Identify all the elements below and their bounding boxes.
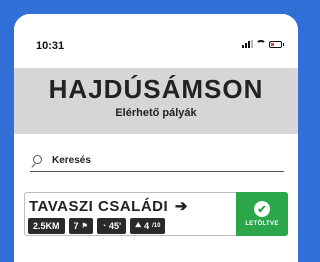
arrow-right-icon: ➔ xyxy=(174,198,188,215)
phone-screen: 10:31 HAJDÚSÁMSON Elérhető pályák TAVASZ… xyxy=(14,14,298,262)
header: HAJDÚSÁMSON Elérhető pályák xyxy=(14,68,298,134)
checkpoints-value: 7 xyxy=(73,221,79,231)
downloaded-label: LETÖLTVE xyxy=(245,221,279,227)
route-tags: 2.5KM 7 ⚑ ◔ 45' ⛰ 4/10 xyxy=(28,218,166,234)
status-time: 10:31 xyxy=(36,40,65,52)
difficulty-max: /10 xyxy=(152,223,161,229)
duration-tag: ◔ 45' xyxy=(96,218,127,234)
difficulty-value: 4 xyxy=(144,221,150,231)
distance-value: 2.5KM xyxy=(33,221,60,231)
downloaded-status[interactable]: ✔ LETÖLTVE xyxy=(236,192,288,236)
route-name: TAVASZI CSALÁDI xyxy=(29,198,169,215)
flag-icon: ⚑ xyxy=(81,223,88,230)
route-title[interactable]: TAVASZI CSALÁDI ➔ xyxy=(29,197,188,215)
duration-value: 45' xyxy=(109,221,122,231)
route-card[interactable]: TAVASZI CSALÁDI ➔ 2.5KM 7 ⚑ ◔ 45' ⛰ 4/10… xyxy=(24,192,288,236)
difficulty-tag: ⛰ 4/10 xyxy=(130,218,166,234)
page-title: HAJDÚSÁMSON xyxy=(48,74,264,104)
mountain-icon: ⛰ xyxy=(135,222,142,229)
search-bar[interactable] xyxy=(30,150,284,172)
status-icons xyxy=(242,40,284,48)
status-bar: 10:31 xyxy=(14,14,298,66)
clock-icon: ◔ xyxy=(101,222,107,230)
search-input[interactable] xyxy=(52,155,252,166)
distance-tag: 2.5KM xyxy=(28,218,65,234)
search-icon xyxy=(30,154,42,167)
battery-icon xyxy=(269,40,284,48)
check-icon: ✔ xyxy=(254,201,270,217)
signal-icon xyxy=(242,40,253,48)
page-subtitle: Elérhető pályák xyxy=(115,107,197,119)
checkpoints-tag: 7 ⚑ xyxy=(68,218,93,234)
wifi-icon xyxy=(256,40,266,48)
